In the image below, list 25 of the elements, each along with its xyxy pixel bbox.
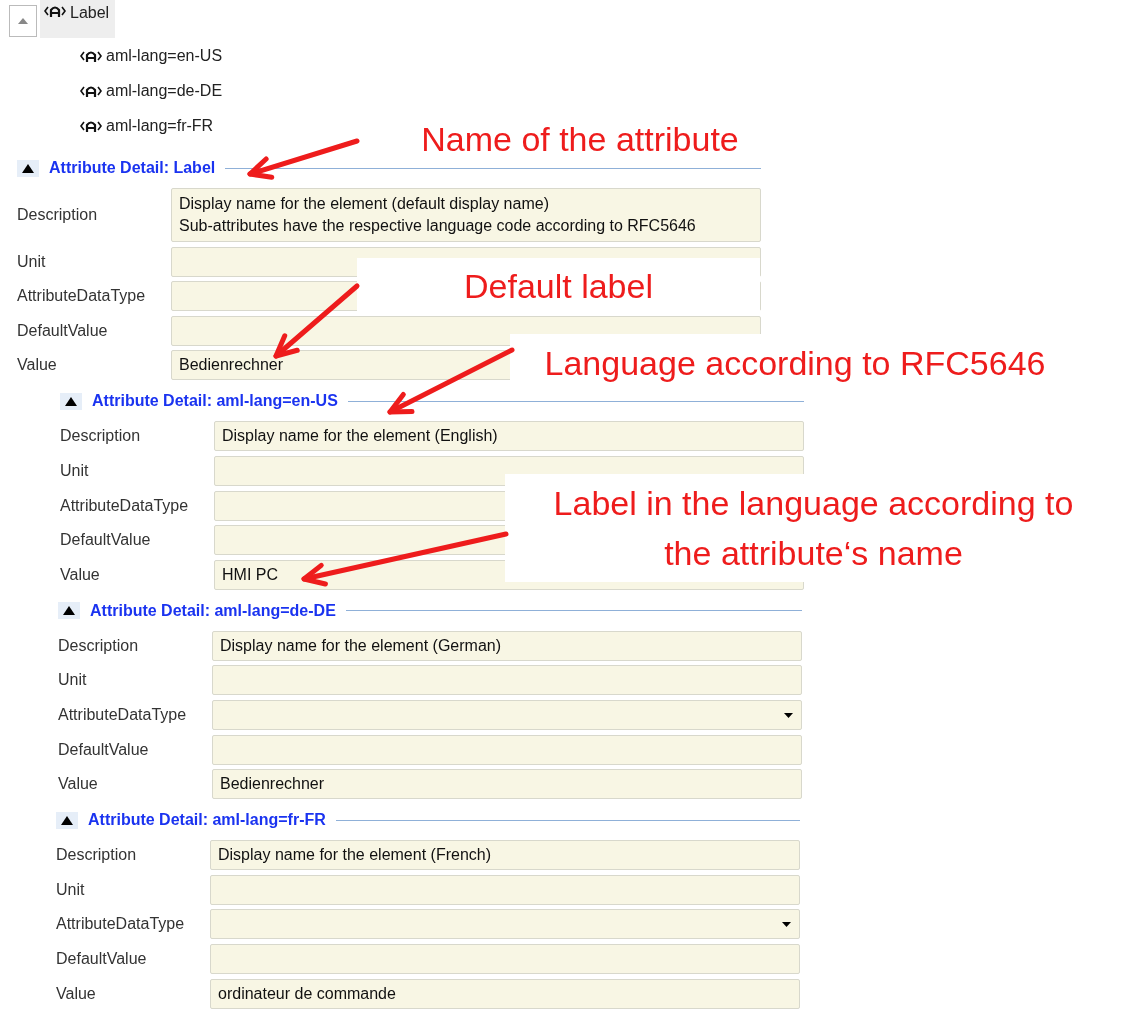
section-title: Attribute Detail: Label xyxy=(49,159,216,177)
field-label: Unit xyxy=(60,461,90,480)
field-label: Unit xyxy=(56,880,86,899)
section-title: Attribute Detail: aml-lang=de-DE xyxy=(90,601,336,620)
field-label: DefaultValue xyxy=(58,740,150,759)
field-label: AttributeDataType xyxy=(58,705,188,724)
field-label: Value xyxy=(56,984,97,1003)
field-label: DefaultValue xyxy=(60,531,152,550)
field-label: Unit xyxy=(58,671,88,690)
callout-tooltip: Default label xyxy=(357,258,760,314)
field-label: Unit xyxy=(17,252,47,271)
field-label: Value xyxy=(17,356,58,375)
field-label: Description xyxy=(56,846,138,865)
field-label: AttributeDataType xyxy=(17,287,147,306)
field-label: AttributeDataType xyxy=(56,915,186,934)
field-label: DefaultValue xyxy=(17,321,109,340)
field-label: Value xyxy=(58,775,99,794)
section-title: Attribute Detail: aml-lang=en-US xyxy=(92,392,338,411)
field-label: Description xyxy=(17,206,99,224)
field-label: Description xyxy=(58,636,140,655)
field-label: DefaultValue xyxy=(56,949,148,968)
section-title: Attribute Detail: aml-lang=fr-FR xyxy=(88,811,326,830)
field-label: AttributeDataType xyxy=(60,496,190,515)
field-label: Description xyxy=(60,427,142,446)
field-label: Value xyxy=(60,565,101,584)
